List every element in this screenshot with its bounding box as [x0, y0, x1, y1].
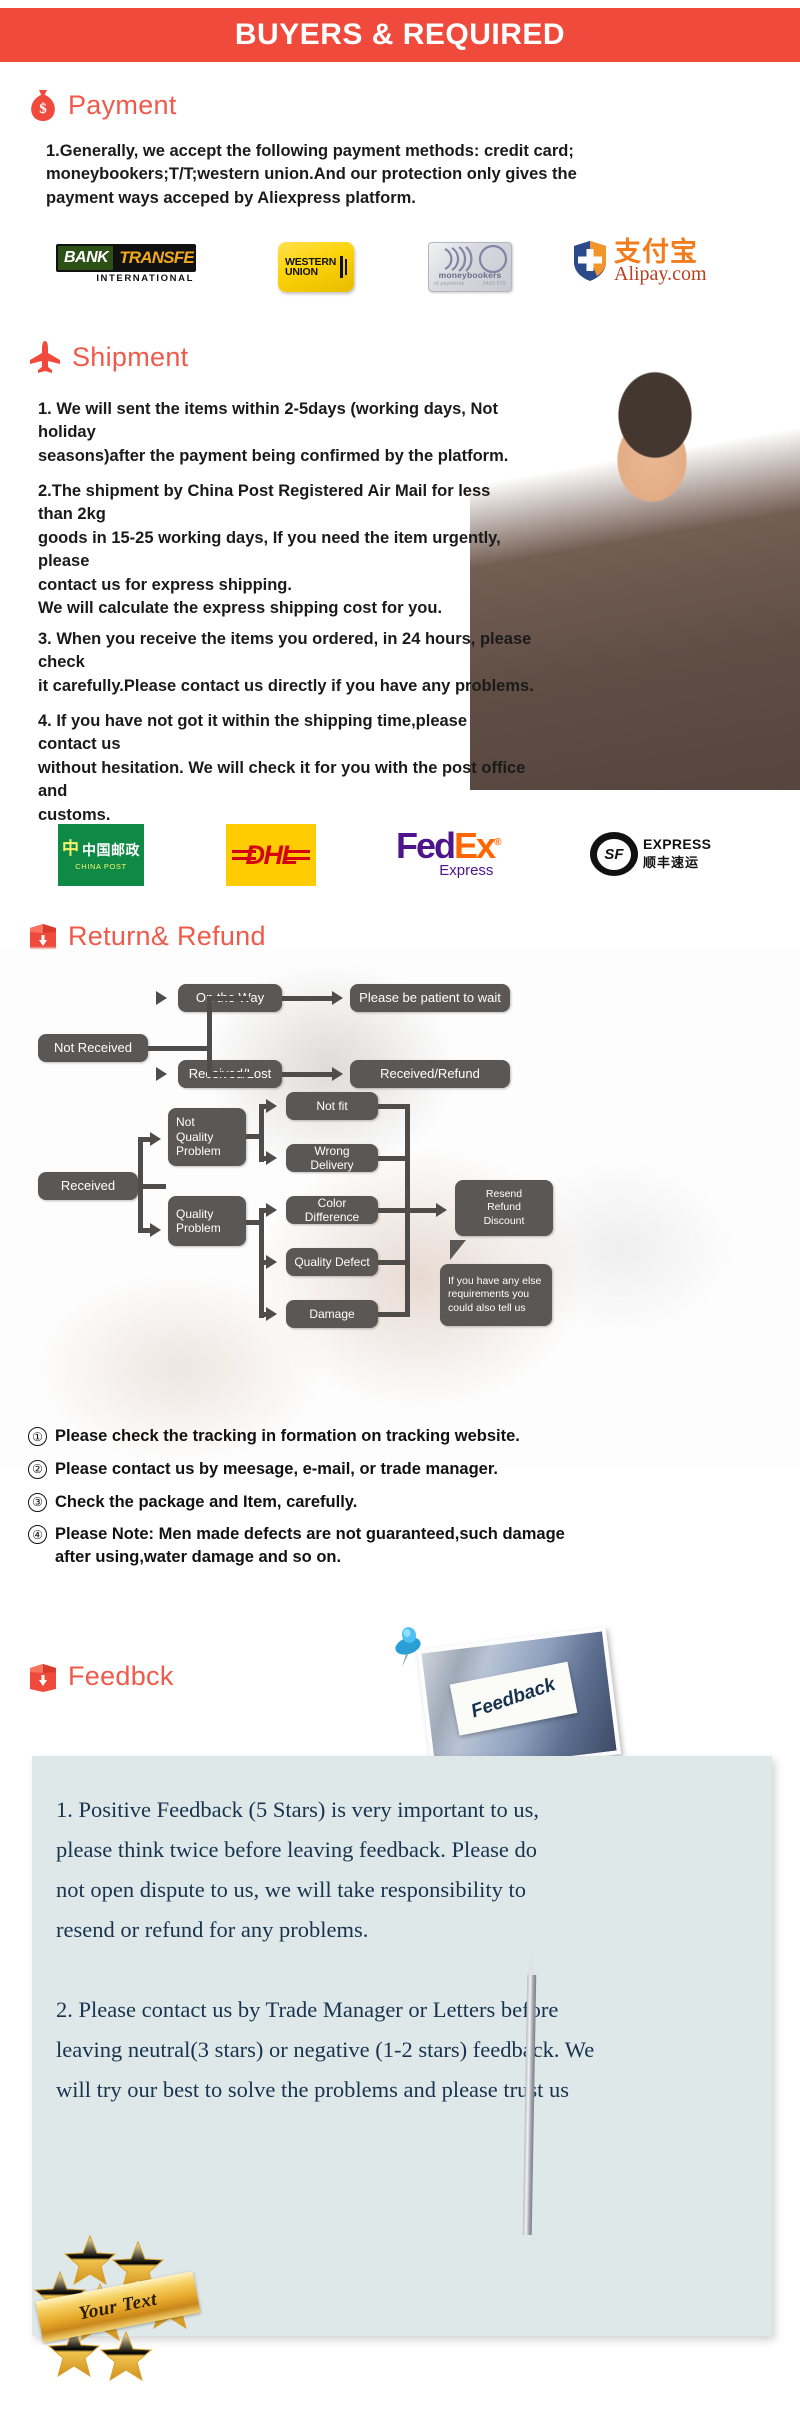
fedex-part2: Ex: [454, 825, 496, 866]
section-title-return-refund: Return& Refund: [68, 920, 266, 951]
note-text: Check the package and Item, carefully.: [55, 1492, 358, 1511]
feedback-body-text: 1. Positive Feedback (5 Stars) is very i…: [56, 1797, 595, 2103]
sf-mark-icon: SF: [590, 832, 638, 876]
note-marker: ④: [28, 1525, 47, 1545]
bank-transfer-secondary: TRANSFER: [113, 246, 194, 270]
flow-node-please-be-patient: Please be patient to wait: [350, 984, 510, 1012]
pushpin-icon: [395, 1627, 421, 1667]
alipay-chinese: 支付宝: [614, 237, 698, 268]
bank-transfer-tagline: INTERNATIONAL: [96, 273, 194, 284]
fedex-part1: Fed: [396, 825, 456, 866]
note-item: ② Please contact us by meesage, e-mail, …: [28, 1458, 768, 1481]
note-marker: ①: [28, 1427, 47, 1446]
moneybookers-label: moneybookers: [438, 270, 502, 280]
alipay-latin: Alipay.com: [614, 262, 707, 285]
western-union-line2: UNION: [285, 266, 318, 278]
sf-mark-text: SF: [597, 838, 631, 870]
feedback-sign: Feedback: [449, 1661, 578, 1736]
alipay-logo: 支付宝 Alipay.com: [572, 237, 707, 285]
buyers-required-infographic: BUYERS & REQUIRED $ Payment 1.Generally,…: [0, 0, 800, 2421]
section-heading-feedback: Feedbck: [28, 1660, 174, 1692]
moneybookers-wave-icon: [444, 245, 508, 273]
china-post-logo: 中 中国邮政 CHINA POST: [58, 824, 144, 886]
fedex-registered: ®: [494, 837, 502, 848]
star-badge: Your Text: [30, 2220, 210, 2390]
payment-body-text: 1.Generally, we accept the following pay…: [46, 142, 577, 207]
page-title: BUYERS & REQUIRED: [234, 18, 566, 51]
note-text: Please Note: Men made defects are not gu…: [55, 1525, 565, 1567]
badge-text: Your Text: [76, 2288, 159, 2325]
flow-node-resend-refund-discount: Resend Refund Discount: [455, 1180, 553, 1236]
money-bag-icon: $: [31, 90, 55, 121]
alipay-shield-icon: [574, 241, 606, 281]
moneybookers-micro-left: of payments: [434, 281, 465, 287]
return-refund-flowchart: Not Received On the Way Please be patien…: [0, 948, 800, 1468]
note-marker: ③: [28, 1492, 47, 1512]
sf-express-logo: SF EXPRESS 顺丰速运: [590, 832, 711, 876]
western-union-bars-icon: [340, 256, 347, 278]
fedex-logo: FedEx® Express: [396, 825, 502, 880]
note-text: Please contact us by meesage, e-mail, or…: [55, 1459, 498, 1478]
shipment-paragraph-4: 4. If you have not got it within the shi…: [38, 712, 526, 824]
section-heading-shipment: Shipment: [28, 340, 188, 374]
flow-node-quality-problem: Quality Problem: [168, 1196, 246, 1246]
bank-transfer-logo: BANK TRANSFER INTERNATIONAL: [56, 244, 196, 284]
shipment-paragraph-1: 1. We will sent the items within 2-5days…: [38, 400, 509, 465]
note-item: ① Please check the tracking in formation…: [28, 1425, 768, 1448]
dhl-text: DHL: [245, 839, 299, 870]
section-heading-payment: $ Payment: [28, 88, 177, 122]
section-title-payment: Payment: [68, 89, 177, 120]
feedback-sign-text: Feedback: [468, 1673, 559, 1723]
feedback-photo: Feedback: [416, 1626, 622, 1778]
china-post-mark-icon: 中: [62, 839, 79, 859]
callout-tail-icon: [450, 1240, 466, 1260]
dhl-logo: DHL: [226, 824, 316, 886]
flow-node-received-refund: Received/Refund: [350, 1060, 510, 1088]
shipment-paragraph-2: 2.The shipment by China Post Registered …: [38, 482, 501, 618]
flow-node-not-quality-problem: Not Quality Problem: [168, 1108, 246, 1166]
section-title-feedback: Feedbck: [68, 1660, 174, 1691]
payment-logo-row: BANK TRANSFER INTERNATIONAL WESTERN UNIO…: [0, 238, 800, 308]
sf-chinese: 顺丰速运: [643, 856, 700, 872]
section-title-shipment: Shipment: [72, 341, 189, 372]
western-union-logo: WESTERN UNION: [278, 242, 354, 292]
flow-node-not-fit: Not fit: [286, 1092, 378, 1120]
shipment-logo-row: 中 中国邮政 CHINA POST DHL FedEx® Express SF …: [0, 820, 800, 900]
moneybookers-micro-right: 3465 079: [482, 281, 506, 287]
flow-node-damage: Damage: [286, 1300, 378, 1328]
svg-text:$: $: [39, 101, 47, 117]
flow-node-wrong-delivery: Wrong Delivery: [286, 1144, 378, 1172]
flow-node-quality-defect: Quality Defect: [286, 1248, 378, 1276]
return-refund-notes: ① Please check the tracking in formation…: [28, 1425, 768, 1579]
sf-english: EXPRESS: [643, 835, 712, 852]
flow-node-color-difference: Color Difference: [286, 1196, 378, 1224]
shipment-paragraph-3: 3. When you receive the items you ordere…: [38, 630, 534, 695]
note-item: ③ Check the package and Item, carefully.: [28, 1491, 768, 1514]
flow-node-received: Received: [38, 1172, 138, 1200]
note-text: Please check the tracking in formation o…: [55, 1427, 520, 1445]
flow-node-callout-note: If you have any else requirements you co…: [440, 1264, 552, 1326]
note-marker: ②: [28, 1459, 47, 1479]
page-banner: BUYERS & REQUIRED: [0, 8, 800, 62]
china-post-chinese: 中国邮政: [82, 842, 140, 859]
moneybookers-logo: moneybookers of payments 3465 079: [428, 242, 512, 292]
china-post-english: CHINA POST: [75, 861, 127, 871]
return-box-icon: [30, 1664, 56, 1692]
note-item: ④ Please Note: Men made defects are not …: [28, 1523, 768, 1569]
bank-transfer-primary: BANK: [58, 246, 114, 270]
airplane-icon: [30, 341, 60, 373]
flow-node-not-received: Not Received: [38, 1034, 148, 1062]
